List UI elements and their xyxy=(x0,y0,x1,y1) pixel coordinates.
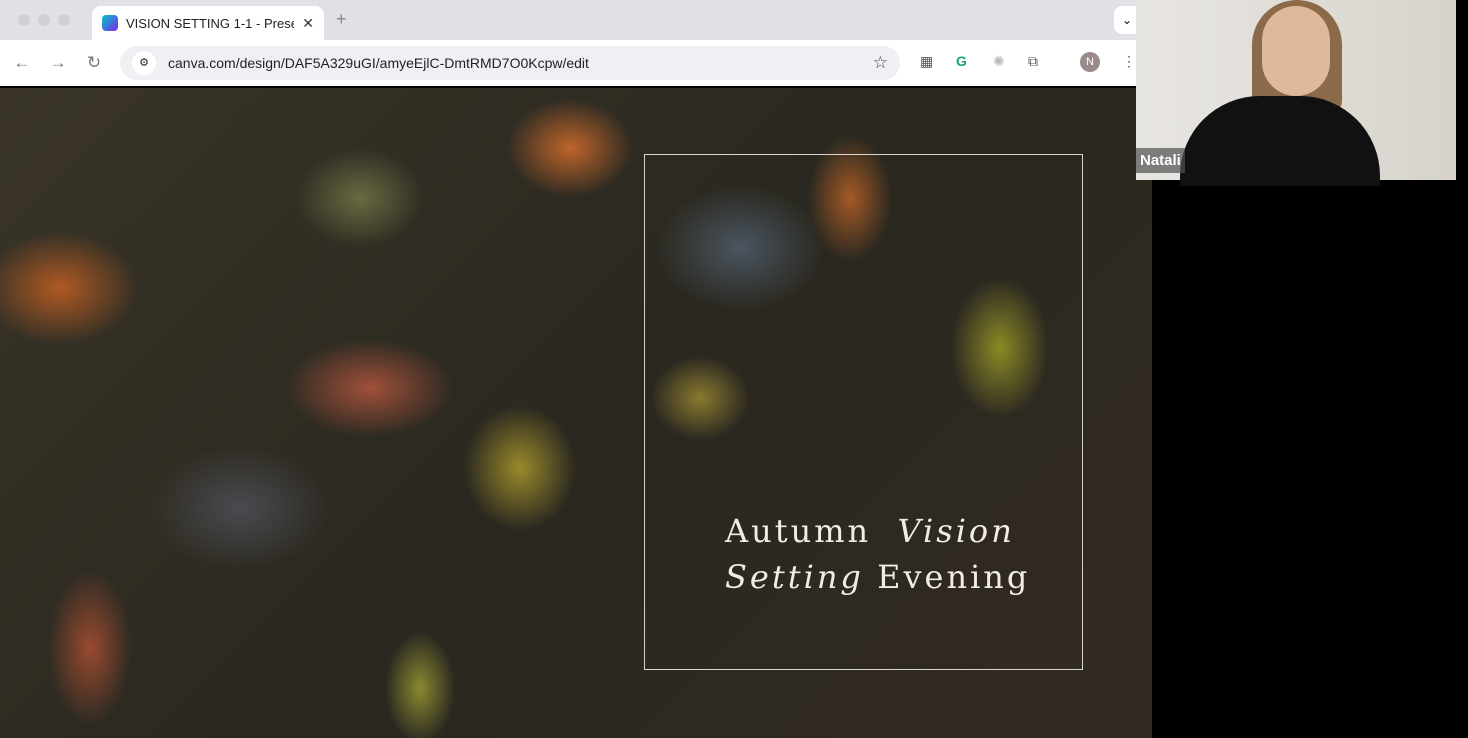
url-text[interactable]: canva.com/design/DAF5A329uGI/amyeEjlC-Dm… xyxy=(168,55,873,71)
back-icon[interactable]: ← xyxy=(4,53,40,73)
slide-title-line-2: Setting Evening xyxy=(725,558,1030,596)
forward-icon[interactable]: → xyxy=(40,53,76,73)
site-settings-icon[interactable]: ⚙ xyxy=(132,51,156,75)
browser-window: VISION SETTING 1-1 - Presentation ✕ + ⌄ … xyxy=(0,0,1152,738)
title-word: Autumn xyxy=(725,512,872,550)
profile-avatar[interactable]: N xyxy=(1080,52,1100,72)
slide-title-line-1: Autumn Vision xyxy=(725,512,1015,550)
title-word: Evening xyxy=(877,558,1031,596)
extension-icon[interactable]: ✺ xyxy=(993,53,1005,70)
presentation-slide xyxy=(0,88,1152,738)
title-word-italic: Vision xyxy=(897,512,1015,550)
grammarly-extension-icon[interactable]: G xyxy=(956,53,967,69)
toolbar: ← → ↻ ⚙ canva.com/design/DAF5A329uGI/amy… xyxy=(0,40,1140,86)
participant-name-tag: Natali xyxy=(1136,148,1185,173)
tab-active[interactable]: VISION SETTING 1-1 - Presentation ✕ xyxy=(92,6,324,40)
address-bar[interactable]: ⚙ canva.com/design/DAF5A329uGI/amyeEjlC-… xyxy=(120,46,900,80)
bookmark-star-icon[interactable]: ☆ xyxy=(873,53,888,73)
close-tab-icon[interactable]: ✕ xyxy=(302,15,314,32)
reload-icon[interactable]: ↻ xyxy=(76,53,112,73)
tab-title: VISION SETTING 1-1 - Presentation xyxy=(126,15,294,31)
canva-favicon-icon xyxy=(102,15,118,31)
menu-kebab-icon[interactable]: ⋮ xyxy=(1122,53,1136,70)
title-word-italic: Setting xyxy=(725,558,864,596)
new-tab-icon[interactable]: + xyxy=(336,9,347,30)
extensions-puzzle-icon[interactable]: ⧉ xyxy=(1028,53,1038,70)
participant-face xyxy=(1262,6,1330,96)
qr-extension-icon[interactable]: ▦ xyxy=(920,53,933,70)
tab-bar: VISION SETTING 1-1 - Presentation ✕ + ⌄ xyxy=(0,0,1140,40)
window-controls[interactable] xyxy=(18,14,70,26)
